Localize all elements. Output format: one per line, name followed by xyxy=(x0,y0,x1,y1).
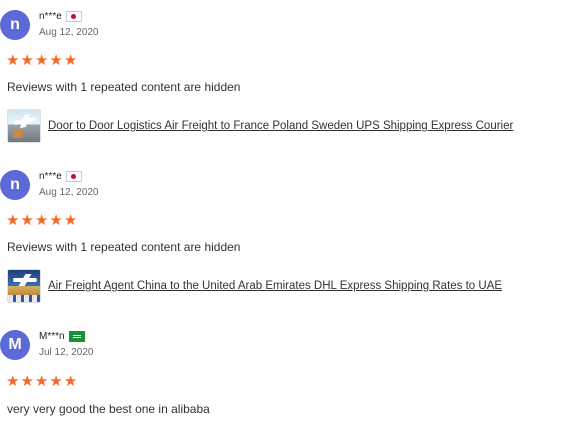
star-rating: ★ ★ ★ ★ ★ xyxy=(6,53,77,68)
product-title-link[interactable]: Air Freight Agent China to the United Ar… xyxy=(48,280,502,292)
japan-flag-icon xyxy=(65,11,82,22)
product-link[interactable]: Door to Door Logistics Air Freight to Fr… xyxy=(7,109,513,143)
avatar-letter: M xyxy=(8,336,22,353)
star-icon: ★ xyxy=(6,52,20,69)
avatar: n xyxy=(0,170,30,200)
star-icon: ★ xyxy=(20,212,34,229)
reviewer-info: n***e xyxy=(39,11,82,22)
star-icon: ★ xyxy=(49,373,63,390)
review-text: very very good the best one in alibaba xyxy=(7,402,210,416)
air-freight-agent-thumbnail[interactable] xyxy=(7,269,41,303)
star-icon: ★ xyxy=(20,52,34,69)
review-text: Reviews with 1 repeated content are hidd… xyxy=(7,80,241,94)
star-icon: ★ xyxy=(34,52,49,69)
avatar-letter: n xyxy=(10,176,20,193)
air-freight-logistics-thumbnail[interactable] xyxy=(7,109,41,143)
avatar: n xyxy=(0,10,30,40)
product-link[interactable]: Air Freight Agent China to the United Ar… xyxy=(7,269,502,303)
star-icon: ★ xyxy=(34,373,49,390)
star-rating: ★ ★ ★ ★ ★ xyxy=(6,213,77,228)
star-icon: ★ xyxy=(49,212,63,229)
review-date: Aug 12, 2020 xyxy=(39,27,99,38)
reviewer-info: M***n xyxy=(39,331,85,342)
reviewer-name: n***e xyxy=(39,11,62,22)
review-date: Jul 12, 2020 xyxy=(39,347,94,358)
avatar-letter: n xyxy=(10,16,20,33)
star-icon: ★ xyxy=(20,373,34,390)
star-icon: ★ xyxy=(63,373,78,390)
reviewer-name: n***e xyxy=(39,171,62,182)
star-icon: ★ xyxy=(63,212,78,229)
star-icon: ★ xyxy=(49,52,63,69)
star-icon: ★ xyxy=(6,373,20,390)
avatar: M xyxy=(0,330,30,360)
star-rating: ★ ★ ★ ★ ★ xyxy=(6,374,77,389)
reviewer-info: n***e xyxy=(39,171,82,182)
product-title-link[interactable]: Door to Door Logistics Air Freight to Fr… xyxy=(48,120,513,132)
review-text: Reviews with 1 repeated content are hidd… xyxy=(7,240,241,254)
star-icon: ★ xyxy=(63,52,78,69)
star-icon: ★ xyxy=(6,212,20,229)
japan-flag-icon xyxy=(65,171,82,182)
star-icon: ★ xyxy=(34,212,49,229)
reviewer-name: M***n xyxy=(39,331,65,342)
review-date: Aug 12, 2020 xyxy=(39,187,99,198)
saudi-arabia-flag-icon xyxy=(68,331,85,342)
